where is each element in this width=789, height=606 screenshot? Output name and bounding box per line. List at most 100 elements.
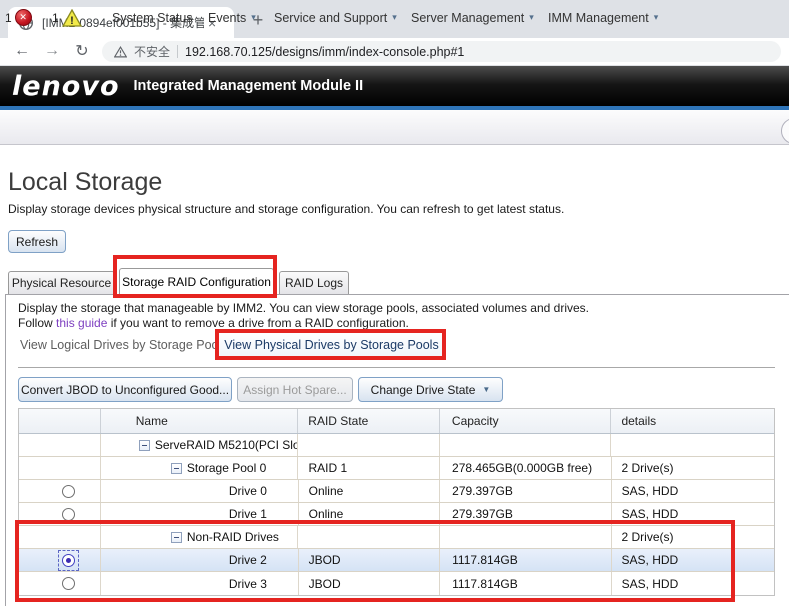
table-row-drive-0[interactable]: Drive 0 Online279.397GBSAS, HDD	[19, 480, 774, 503]
forward-icon[interactable]: →	[40, 39, 64, 63]
name-cell: Drive 3	[101, 572, 299, 595]
row-name: Storage Pool 0	[187, 461, 266, 475]
raid-state-cell: RAID 1	[298, 457, 440, 479]
panel-description-2: Follow this guide if you want to remove …	[18, 316, 409, 330]
separator-line	[18, 367, 775, 368]
warning-count: 1	[52, 11, 59, 25]
chevron-down-icon: ▾	[654, 12, 659, 23]
action-button-change-drive-state[interactable]: Change Drive State ▼	[358, 377, 503, 402]
column-header-Name: Name	[101, 409, 299, 433]
app-header: lenovo Integrated Management Module II	[0, 66, 789, 106]
name-cell: Drive 0	[101, 480, 299, 502]
raid-state-cell: Online	[299, 480, 441, 502]
capacity-cell: 278.465GB(0.000GB free)	[440, 457, 611, 479]
menu-item-system-status[interactable]: System Status	[112, 0, 193, 35]
capacity-cell: 279.397GB	[440, 480, 611, 502]
view-toggle-physical[interactable]: View Physical Drives by Storage Pools	[218, 331, 445, 358]
address-bar[interactable]: 不安全 192.168.70.125/designs/imm/index-con…	[102, 41, 781, 62]
warning-status[interactable]: 1 !	[52, 0, 82, 35]
omnibox-divider	[177, 45, 178, 58]
raid-state-cell: JBOD	[299, 572, 441, 595]
menu-item-label: System Status	[112, 11, 193, 25]
details-cell: SAS, HDD	[612, 503, 774, 525]
table-row-non-raid-drives[interactable]: Non-RAID Drives 2 Drive(s)	[19, 526, 774, 549]
capacity-cell	[440, 526, 611, 548]
svg-text:!: !	[70, 15, 74, 27]
drive-radio[interactable]	[62, 577, 75, 590]
back-icon[interactable]: ←	[10, 39, 34, 63]
capacity-cell	[440, 434, 612, 456]
table-row-drive-3[interactable]: Drive 3 JBOD1117.814GBSAS, HDD	[19, 572, 774, 595]
details-cell: SAS, HDD	[612, 480, 774, 502]
warning-icon: !	[62, 9, 82, 27]
drive-radio[interactable]	[62, 485, 75, 498]
menu-item-service-and-support[interactable]: Service and Support ▾	[274, 0, 397, 35]
row-name: Drive 1	[229, 507, 267, 521]
raid-state-cell: Online	[299, 503, 441, 525]
radio-cell	[19, 457, 101, 479]
menu-item-imm-management[interactable]: IMM Management ▾	[548, 0, 658, 35]
tab-raid-logs[interactable]: RAID Logs	[279, 271, 349, 294]
menu-item-events[interactable]: Events▾	[208, 0, 256, 35]
storage-table: NameRAID StateCapacitydetails ServeRAID …	[18, 408, 775, 596]
name-cell: Drive 1	[101, 503, 299, 525]
refresh-button[interactable]: Refresh	[8, 230, 66, 253]
column-header-details: details	[611, 409, 774, 433]
this-guide-link[interactable]: this guide	[56, 316, 107, 330]
table-header: NameRAID StateCapacitydetails	[19, 409, 774, 434]
security-warning-label: 不安全	[134, 43, 170, 60]
capacity-cell: 279.397GB	[440, 503, 611, 525]
column-header-radio	[19, 409, 101, 433]
collapse-icon[interactable]	[139, 440, 150, 451]
table-row-drive-1[interactable]: Drive 1 Online279.397GBSAS, HDD	[19, 503, 774, 526]
menu-item-label: Service and Support	[274, 11, 387, 25]
page-title: Local Storage	[8, 168, 162, 197]
row-name: ServeRAID M5210(PCI Slot 9)	[155, 438, 299, 452]
action-button-assign-hot-spare[interactable]: Assign Hot Spare...	[237, 377, 353, 402]
action-button-label: Change Drive State	[371, 383, 476, 397]
action-button-label: Assign Hot Spare...	[243, 383, 346, 397]
drive-radio-selected[interactable]	[62, 554, 75, 567]
radio-cell	[19, 572, 101, 595]
tab-storage-raid-configuration[interactable]: Storage RAID Configuration	[119, 268, 274, 295]
product-title: Integrated Management Module II	[134, 78, 364, 94]
menu-item-server-management[interactable]: Server Management▾	[411, 0, 534, 35]
details-cell: 2 Drive(s)	[612, 526, 775, 548]
name-cell: Non-RAID Drives	[101, 526, 299, 548]
radio-cell	[19, 503, 101, 525]
error-count: 1	[5, 11, 12, 25]
radio-focus-ring	[58, 550, 79, 571]
chevron-down-icon: ▾	[251, 12, 256, 23]
desc2-suffix: if you want to remove a drive from a RAI…	[107, 316, 408, 330]
collapse-icon[interactable]	[171, 532, 182, 543]
row-name: Drive 3	[229, 577, 267, 591]
menu-item-label: IMM Management	[548, 11, 649, 25]
row-name: Drive 2	[229, 553, 267, 567]
chevron-down-icon: ▾	[392, 12, 397, 23]
column-header-Capacity: Capacity	[440, 409, 612, 433]
page-subtitle: Display storage devices physical structu…	[8, 202, 564, 216]
details-cell: SAS, HDD	[612, 572, 774, 595]
table-row-storage-pool-0[interactable]: Storage Pool 0 RAID 1278.465GB(0.000GB fr…	[19, 457, 774, 480]
table-row-serveraid-m5210-pci-slot-9-[interactable]: ServeRAID M5210(PCI Slot 9)	[19, 434, 774, 457]
details-cell: SAS, HDD	[612, 549, 774, 571]
radio-cell	[19, 480, 101, 502]
reload-icon[interactable]: ↻	[70, 39, 94, 63]
capacity-cell: 1117.814GB	[440, 572, 611, 595]
radio-cell	[19, 434, 101, 456]
row-name: Drive 0	[229, 484, 267, 498]
raid-state-cell: JBOD	[299, 549, 441, 571]
panel-description-1: Display the storage that manageable by I…	[18, 301, 589, 315]
radio-cell	[19, 549, 101, 571]
action-button-convert-jbod-to-unconfigured-good[interactable]: Convert JBOD to Unconfigured Good...	[18, 377, 232, 402]
tab-physical-resource[interactable]: Physical Resource	[8, 271, 115, 294]
chevron-down-icon: ▼	[482, 385, 490, 394]
view-toggle-logical[interactable]: View Logical Drives by Storage Pools	[20, 331, 228, 358]
error-status[interactable]: 1 ✕	[5, 0, 32, 35]
menu-item-label: Server Management	[411, 11, 524, 25]
table-row-drive-2[interactable]: Drive 2JBOD1117.814GBSAS, HDD	[19, 549, 774, 572]
collapse-icon[interactable]	[171, 463, 182, 474]
drive-radio[interactable]	[62, 508, 75, 521]
menu-bar	[0, 110, 789, 145]
error-icon: ✕	[15, 9, 32, 26]
